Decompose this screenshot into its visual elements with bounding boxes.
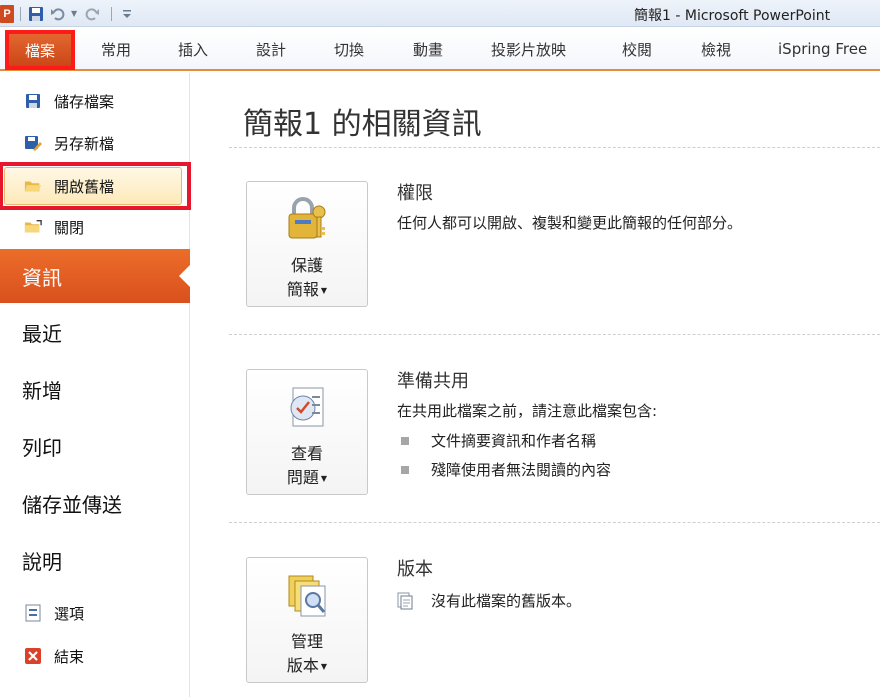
save-command[interactable]: 儲存檔案 xyxy=(0,83,190,119)
undo-icon[interactable] xyxy=(49,5,67,23)
close-command-label: 關閉 xyxy=(54,218,85,237)
versions-icon xyxy=(283,570,331,620)
tab-recent[interactable]: 最近 xyxy=(0,305,190,359)
protect-button-label-1: 保護 xyxy=(290,256,323,275)
checklist-icon xyxy=(283,382,331,432)
permissions-description: 任何人都可以開啟、複製和變更此簡報的任何部分。 xyxy=(397,214,743,232)
divider xyxy=(229,147,880,148)
bullet-icon xyxy=(401,436,409,445)
tab-animations[interactable]: 動畫 xyxy=(413,27,443,71)
check-issues-label-1: 查看 xyxy=(290,444,323,463)
tab-ispring[interactable]: iSpring Free xyxy=(778,27,867,71)
bullet-icon xyxy=(401,465,409,474)
check-issues-button[interactable]: 查看 問題 ▼ xyxy=(246,369,368,495)
tab-transitions[interactable]: 切換 xyxy=(334,27,364,71)
save-icon[interactable] xyxy=(27,5,45,23)
save-as-icon xyxy=(24,134,42,152)
options-icon xyxy=(24,604,42,622)
dropdown-arrow-icon: ▼ xyxy=(320,661,328,671)
versions-text: 沒有此檔案的舊版本。 xyxy=(431,592,582,610)
close-folder-icon xyxy=(24,218,42,236)
open-command-label: 開啟舊檔 xyxy=(54,177,115,196)
tab-info[interactable]: 資訊 xyxy=(0,249,191,303)
tab-review[interactable]: 校閱 xyxy=(622,27,652,71)
exit-command[interactable]: 結束 xyxy=(0,638,190,674)
tab-save-send[interactable]: 儲存並傳送 xyxy=(0,476,190,530)
check-issues-label-2: 問題 ▼ xyxy=(286,468,328,487)
save-icon xyxy=(24,92,42,110)
toolbar-separator xyxy=(20,6,21,21)
manage-versions-label-2: 版本 ▼ xyxy=(286,656,328,675)
versions-heading: 版本 xyxy=(397,559,433,580)
protect-presentation-button[interactable]: 保護 簡報 ▼ xyxy=(246,181,368,307)
tab-help[interactable]: 說明 xyxy=(0,533,190,587)
protect-button-label-2: 簡報 ▼ xyxy=(286,280,328,299)
page-title: 簡報1 的相關資訊 xyxy=(243,107,482,142)
list-item: 文件摘要資訊和作者名稱 xyxy=(401,430,596,451)
dropdown-arrow-icon: ▼ xyxy=(320,285,328,295)
backstage-nav: 儲存檔案 另存新檔 開啟舊檔 關閉 資訊 最近 新增 列印 儲存並傳送 說明 選… xyxy=(0,73,191,697)
quick-access-toolbar: P ▼ xyxy=(0,0,140,27)
tab-info-label: 資訊 xyxy=(22,265,62,290)
open-command[interactable]: 開啟舊檔 xyxy=(0,162,191,210)
tab-insert[interactable]: 插入 xyxy=(178,27,208,71)
document-icon xyxy=(397,592,413,610)
prepare-sharing-description: 在共用此檔案之前，請注意此檔案包含: xyxy=(397,402,658,420)
redo-icon[interactable] xyxy=(83,5,101,23)
exit-command-label: 結束 xyxy=(54,647,85,666)
tab-view[interactable]: 檢視 xyxy=(701,27,731,71)
ribbon-tabs: 檔案 常用 插入 設計 切換 動畫 投影片放映 校閱 檢視 iSpring Fr… xyxy=(0,27,880,71)
list-item: 殘障使用者無法閱讀的內容 xyxy=(401,459,611,480)
options-command[interactable]: 選項 xyxy=(0,595,190,631)
manage-versions-button[interactable]: 管理 版本 ▼ xyxy=(246,557,368,683)
lock-key-icon xyxy=(283,194,331,244)
customize-toolbar-icon[interactable] xyxy=(118,5,136,23)
info-panel: 簡報1 的相關資訊 保護 簡報 ▼ 權限 任何人都可以開啟、複製和變更此簡報的任何… xyxy=(191,73,880,697)
divider xyxy=(229,334,880,335)
permissions-heading: 權限 xyxy=(397,183,433,204)
tab-file[interactable]: 檔案 xyxy=(5,30,75,70)
prepare-sharing-heading: 準備共用 xyxy=(397,371,469,392)
open-folder-icon xyxy=(24,177,42,195)
exit-icon xyxy=(24,647,42,665)
save-as-command[interactable]: 另存新檔 xyxy=(0,125,190,161)
tab-design[interactable]: 設計 xyxy=(256,27,286,71)
tab-print[interactable]: 列印 xyxy=(0,419,190,473)
tab-new[interactable]: 新增 xyxy=(0,362,190,416)
versions-row: 沒有此檔案的舊版本。 xyxy=(397,590,581,611)
title-bar: P ▼ 簡報1 - Microsoft PowerPoint xyxy=(0,0,880,27)
close-command[interactable]: 關閉 xyxy=(0,209,190,245)
save-command-label: 儲存檔案 xyxy=(54,92,115,111)
window-title: 簡報1 - Microsoft PowerPoint xyxy=(634,8,831,24)
tab-home[interactable]: 常用 xyxy=(101,27,131,71)
options-command-label: 選項 xyxy=(54,604,85,623)
powerpoint-logo-icon[interactable]: P xyxy=(0,4,14,23)
tab-slide-show[interactable]: 投影片放映 xyxy=(491,27,566,71)
undo-dropdown-icon[interactable]: ▼ xyxy=(71,9,77,18)
manage-versions-label-1: 管理 xyxy=(290,632,323,651)
dropdown-arrow-icon: ▼ xyxy=(320,473,328,483)
save-as-command-label: 另存新檔 xyxy=(54,134,115,153)
active-tab-pointer xyxy=(179,264,191,288)
toolbar-separator xyxy=(111,6,113,21)
divider xyxy=(229,522,880,523)
